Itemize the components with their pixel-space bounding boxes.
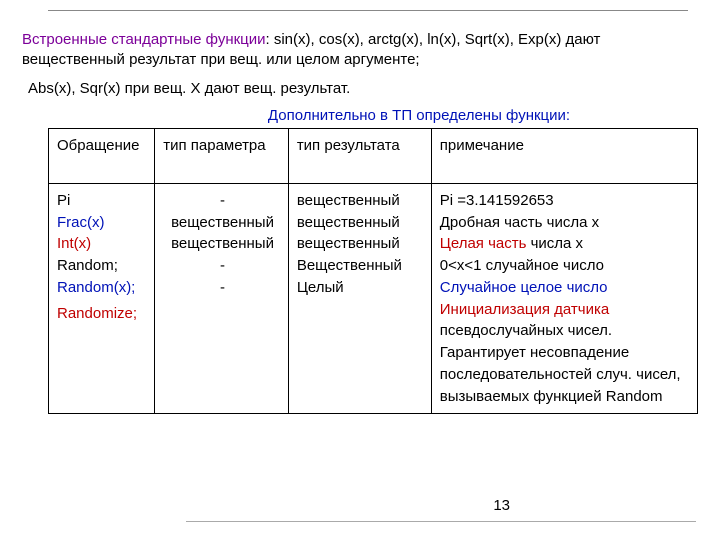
note-r6: псевдослучайных чисел. [440,320,691,342]
res-r2: вещественный [297,233,425,255]
page-number: 13 [493,497,510,514]
intro-tag: Встроенные стандартные функции [22,31,266,48]
line2: Abs(x), Sqr(x) при вещ. X дают вещ. резу… [28,79,698,99]
note-r4: Случайное целое число [440,277,691,299]
hdr-param: тип параметра [155,128,289,183]
functions-table: Обращение тип параметра тип результата п… [48,128,698,415]
top-rule [48,10,688,11]
call-randomize: Randomize; [57,303,148,325]
param-r3: - [163,255,282,277]
note-r1: Дробная часть числа x [440,212,691,234]
hdr-note: примечание [431,128,697,183]
note-r2: Целая часть числа x [440,233,691,255]
note-r5: Инициализация датчика [440,299,691,321]
note-r3: 0<x<1 случайное число [440,255,691,277]
call-pi: Pi [57,190,148,212]
note-r7: Гарантирует несовпадение [440,342,691,364]
param-r0: - [163,190,282,212]
hdr-result: тип результата [288,128,431,183]
table-header-row: Обращение тип параметра тип результата п… [49,128,698,183]
table-caption: Дополнительно в ТП определены функции: [140,107,698,124]
cell-results: вещественный вещественный вещественный В… [288,183,431,414]
call-int: Int(x) [57,233,148,255]
cell-params: - вещественный вещественный - - [155,183,289,414]
slide-body: Встроенные стандартные функции: sin(x), … [0,0,720,414]
param-r5: - [163,277,282,299]
table-row: Pi Frac(x) Int(x) Random; Random(x); Ran… [49,183,698,414]
note-r2b: числа x [526,235,583,252]
res-r1: вещественный [297,212,425,234]
note-r2a: Целая часть [440,235,527,252]
note-r0: Pi =3.141592653 [440,190,691,212]
param-r1: вещественный [163,212,282,234]
call-random-x: Random(x); [57,277,148,299]
call-random: Random; [57,255,148,277]
res-r4: Целый [297,277,425,299]
param-r2: вещественный [163,233,282,255]
res-r0: вещественный [297,190,425,212]
footer-rule [186,521,696,522]
cell-calls: Pi Frac(x) Int(x) Random; Random(x); Ran… [49,183,155,414]
intro-line: Встроенные стандартные функции: sin(x), … [22,30,698,71]
call-frac: Frac(x) [57,212,148,234]
res-r3: Вещественный [297,255,425,277]
hdr-call: Обращение [49,128,155,183]
note-r8: последовательностей случ. чисел, вызывае… [440,364,691,408]
cell-notes: Pi =3.141592653 Дробная часть числа x Це… [431,183,697,414]
